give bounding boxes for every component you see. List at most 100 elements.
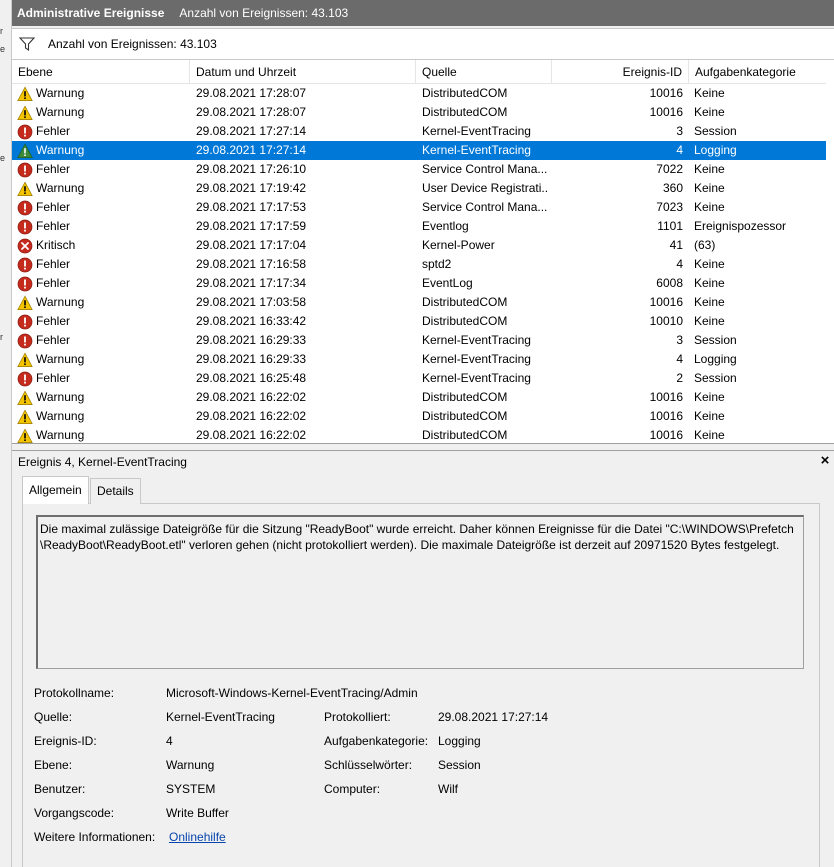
cell-date: 29.08.2021 17:17:04 (196, 238, 307, 252)
cell-level: Fehler (17, 274, 187, 293)
cell-level: Warnung (17, 179, 187, 198)
cell-event-id: 10016 (649, 409, 683, 423)
tab-details[interactable]: Details (90, 478, 141, 504)
source-value: Kernel-EventTracing (166, 710, 275, 724)
cell-event-id: 10016 (649, 86, 683, 100)
description-line: \ReadyBoot\ReadyBoot.etl" verloren gehen… (40, 538, 780, 552)
critical-icon (17, 238, 33, 254)
detail-title: Ereignis 4, Kernel-EventTracing (18, 454, 187, 469)
cell-task-category: Logging (694, 143, 737, 157)
cell-date: 29.08.2021 16:25:48 (196, 371, 307, 385)
cell-source: DistributedCOM (422, 409, 508, 423)
filter-bar: Anzahl von Ereignissen: 43.103 (12, 28, 834, 60)
cell-task-category: Keine (694, 428, 725, 442)
table-scrollbar[interactable] (826, 60, 834, 443)
view-title: Administrative Ereignisse (17, 6, 165, 20)
cell-date: 29.08.2021 16:22:02 (196, 428, 307, 442)
cell-source: User Device Registrati... (422, 181, 547, 195)
error-icon (17, 333, 33, 349)
tab-allgemein[interactable]: Allgemein (22, 476, 89, 504)
column-header-date[interactable]: Datum und Uhrzeit (190, 60, 416, 84)
table-row[interactable]: Fehler 29.08.2021 16:25:48 Kernel-EventTra… (12, 369, 834, 388)
cell-task-category: Keine (694, 314, 725, 328)
cell-event-id: 10016 (649, 105, 683, 119)
table-row[interactable]: Fehler 29.08.2021 17:17:34 EventLog 6008 Kei… (12, 274, 834, 293)
warning-icon (17, 427, 33, 444)
table-row[interactable]: Fehler 29.08.2021 16:33:42 DistributedCOM 1… (12, 312, 834, 331)
table-row[interactable]: Warnung 29.08.2021 17:27:14 Kernel-EventTr… (12, 141, 834, 160)
column-header-level[interactable]: Ebene (12, 60, 190, 84)
level-text: Warnung (36, 143, 85, 157)
online-help-link[interactable]: Onlinehilfe (169, 830, 226, 844)
level-text: Fehler (36, 200, 71, 214)
cell-task-category: Ereignispozessor (694, 219, 787, 233)
user-value: SYSTEM (166, 782, 216, 796)
table-row[interactable]: Warnung 29.08.2021 17:03:58 DistributedCOM… (12, 293, 834, 312)
cell-event-id: 1101 (657, 219, 683, 233)
column-header-source[interactable]: Quelle (416, 60, 552, 84)
cell-source: EventLog (422, 276, 473, 290)
task-category-value: Logging (438, 734, 481, 748)
level-text: Warnung (36, 86, 85, 100)
column-header-task-category[interactable]: Aufgabenkategorie (689, 60, 827, 84)
log-name-label: Protokollname: (34, 686, 115, 700)
cell-event-id: 3 (676, 124, 683, 138)
cell-level: Warnung (17, 293, 187, 312)
table-row[interactable]: Fehler 29.08.2021 17:26:10 Service Control… (12, 160, 834, 179)
cell-event-id: 7022 (656, 162, 683, 176)
table-row[interactable]: Fehler 29.08.2021 17:27:14 Kernel-EventTra… (12, 122, 834, 141)
cell-event-id: 10010 (649, 314, 683, 328)
filter-icon[interactable] (16, 34, 38, 54)
table-row[interactable]: Warnung 29.08.2021 17:19:42 User Device Re… (12, 179, 834, 198)
cell-event-id: 4 (676, 257, 683, 271)
opcode-value: Write Buffer (166, 806, 229, 820)
warning-icon (17, 408, 33, 425)
cell-level: Fehler (17, 198, 187, 217)
cell-level: Fehler (17, 312, 187, 331)
level-text: Warnung (36, 181, 85, 195)
cell-event-id: 3 (676, 333, 683, 347)
cell-task-category: Keine (694, 295, 725, 309)
level-text: Fehler (36, 219, 71, 233)
cell-date: 29.08.2021 17:03:58 (196, 295, 307, 309)
table-row[interactable]: Kritisch 29.08.2021 17:17:04 Kernel-Power 4… (12, 236, 834, 255)
table-row[interactable]: Fehler 29.08.2021 17:16:58 sptd2 4 Keine (12, 255, 834, 274)
table-row[interactable]: Warnung 29.08.2021 16:29:33 Kernel-EventTr… (12, 350, 834, 369)
table-row[interactable]: Warnung 29.08.2021 17:28:07 DistributedCOM… (12, 84, 834, 103)
table-row[interactable]: Warnung 29.08.2021 16:22:02 DistributedCOM… (12, 388, 834, 407)
error-icon (17, 124, 33, 140)
cell-event-id: 10016 (649, 390, 683, 404)
error-icon (17, 371, 33, 387)
error-icon (17, 219, 33, 235)
log-name-value: Microsoft-Windows-Kernel-EventTracing/Ad… (166, 686, 418, 700)
cell-event-id: 10016 (649, 428, 683, 442)
event-description[interactable]: Die maximal zulässige Dateigröße für die… (36, 515, 804, 669)
table-row[interactable]: Fehler 29.08.2021 17:17:53 Service Control… (12, 198, 834, 217)
cell-source: DistributedCOM (422, 295, 508, 309)
error-icon (17, 200, 33, 216)
cell-task-category: Keine (694, 105, 725, 119)
level-text: Fehler (36, 257, 71, 271)
table-row[interactable]: Warnung 29.08.2021 17:28:07 DistributedCOM… (12, 103, 834, 122)
cell-task-category: Session (694, 333, 737, 347)
cell-event-id: 4 (676, 143, 683, 157)
warning-icon (17, 389, 33, 406)
cell-level: Fehler (17, 217, 187, 236)
close-icon[interactable]: × (818, 453, 832, 469)
cell-task-category: (63) (694, 238, 716, 252)
cell-source: Eventlog (422, 219, 469, 233)
event-table: Ebene Datum und Uhrzeit Quelle Ereignis-… (12, 60, 834, 444)
warning-icon (17, 351, 33, 368)
table-row[interactable]: Warnung 29.08.2021 16:22:02 DistributedCOM… (12, 407, 834, 426)
table-row[interactable]: Warnung 29.08.2021 16:22:02 DistributedCOM… (12, 426, 834, 444)
level-text: Fehler (36, 276, 71, 290)
table-row[interactable]: Fehler 29.08.2021 16:29:33 Kernel-EventTra… (12, 331, 834, 350)
cell-task-category: Session (694, 371, 737, 385)
cell-date: 29.08.2021 17:17:59 (196, 219, 307, 233)
cell-source: Kernel-EventTracing (422, 371, 531, 385)
error-icon (17, 257, 33, 273)
event-id-label: Ereignis-ID: (34, 734, 97, 748)
table-row[interactable]: Fehler 29.08.2021 17:17:59 Eventlog 1101 Ere… (12, 217, 834, 236)
cell-date: 29.08.2021 17:28:07 (196, 105, 307, 119)
column-header-event-id[interactable]: Ereignis-ID (552, 60, 689, 84)
